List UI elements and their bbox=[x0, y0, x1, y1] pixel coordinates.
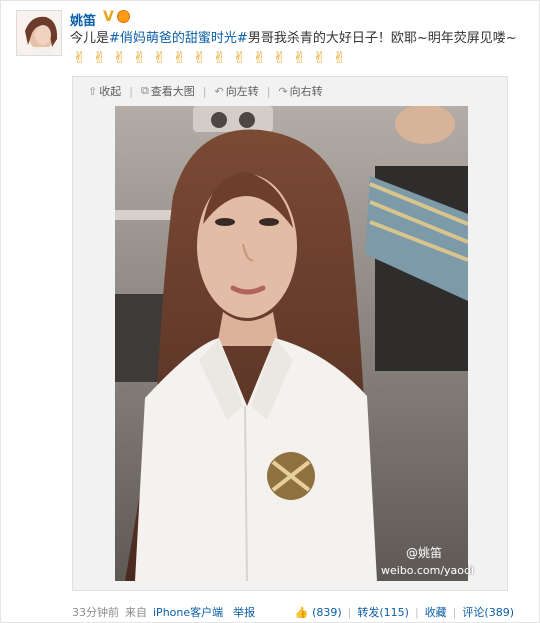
victory-hand-icon: ✌ bbox=[252, 48, 267, 67]
collapse-button[interactable]: ⇧ 收起 bbox=[88, 83, 121, 99]
victory-hand-icon: ✌ bbox=[212, 48, 227, 67]
photo-illustration bbox=[115, 106, 468, 581]
footer-meta: 33分钟前 来自 iPhone客户端 举报 bbox=[72, 604, 255, 620]
footer-actions: 👍 (839) | 转发(115) | 收藏 | 评论(389) bbox=[295, 604, 514, 620]
post-time[interactable]: 33分钟前 bbox=[72, 604, 119, 620]
action-divider: | bbox=[452, 605, 457, 619]
status-text: 今儿是#俏妈萌爸的甜蜜时光#男哥我杀青的大好日子！欧耶~明年荧屏见喽~ bbox=[70, 30, 530, 48]
victory-hand-icon: ✌ bbox=[132, 48, 147, 67]
victory-hand-icon: ✌ bbox=[92, 48, 107, 67]
comment-button[interactable]: 评论(389) bbox=[462, 604, 514, 620]
rotate-left-button[interactable]: ↶ 向左转 bbox=[215, 83, 259, 99]
toolbar-divider: | bbox=[129, 84, 133, 98]
like-count: (839) bbox=[312, 605, 342, 619]
member-badge-icon bbox=[117, 10, 130, 23]
collapse-label: 收起 bbox=[99, 85, 122, 98]
rotate-right-label: 向右转 bbox=[289, 85, 323, 98]
rotate-right-icon: ↷ bbox=[278, 84, 288, 98]
source-prefix: 来自 bbox=[125, 606, 147, 619]
status-text-prefix: 今儿是 bbox=[70, 31, 110, 46]
watermark-handle: @姚笛 bbox=[406, 546, 443, 560]
username[interactable]: 姚笛 bbox=[70, 10, 96, 29]
victory-hand-icon: ✌ bbox=[232, 48, 247, 67]
hashtag-link[interactable]: #俏妈萌爸的甜蜜时光# bbox=[109, 31, 248, 46]
avatar[interactable] bbox=[16, 10, 62, 56]
favorite-button[interactable]: 收藏 bbox=[425, 604, 447, 620]
like-button[interactable]: 👍 (839) bbox=[295, 606, 342, 619]
image-toolbar: ⇧ 收起 | ⧉ 查看大图 | ↶ 向左转 | ↷ 向右转 bbox=[88, 83, 323, 99]
victory-hand-icon: ✌ bbox=[292, 48, 307, 67]
victory-hand-icon: ✌ bbox=[72, 48, 87, 67]
post-photo[interactable] bbox=[115, 106, 468, 581]
rotate-left-label: 向左转 bbox=[225, 85, 259, 98]
watermark-url: weibo.com/yaodi bbox=[381, 564, 475, 577]
repost-button[interactable]: 转发(115) bbox=[357, 604, 409, 620]
source-link[interactable]: iPhone客户端 bbox=[153, 604, 223, 620]
victory-hand-icon: ✌ bbox=[112, 48, 127, 67]
victory-hand-icon: ✌ bbox=[272, 48, 287, 67]
toolbar-divider: | bbox=[202, 84, 207, 98]
victory-hand-icon: ✌ bbox=[312, 48, 327, 67]
emoji-row: ✌ ✌ ✌ ✌ ✌ ✌ ✌ ✌ ✌ ✌ ✌ ✌ ✌ ✌ bbox=[70, 48, 349, 70]
victory-hand-icon: ✌ bbox=[192, 48, 207, 67]
thumbs-up-icon: 👍 bbox=[294, 605, 309, 619]
avatar-image bbox=[17, 11, 61, 55]
victory-hand-icon: ✌ bbox=[172, 48, 187, 67]
action-divider: | bbox=[414, 605, 419, 619]
rotate-left-icon: ↶ bbox=[214, 84, 224, 98]
victory-hand-icon: ✌ bbox=[332, 48, 347, 67]
rotate-right-button[interactable]: ↷ 向右转 bbox=[278, 83, 322, 99]
toolbar-divider: | bbox=[266, 84, 271, 98]
view-large-button[interactable]: ⧉ 查看大图 bbox=[141, 83, 195, 99]
view-large-icon: ⧉ bbox=[140, 84, 149, 97]
action-divider: | bbox=[347, 605, 352, 619]
report-link[interactable]: 举报 bbox=[233, 604, 255, 620]
view-large-label: 查看大图 bbox=[150, 85, 195, 98]
status-text-rest: 男哥我杀青的大好日子！欧耶~明年荧屏见喽~ bbox=[247, 31, 517, 46]
victory-hand-icon: ✌ bbox=[152, 48, 167, 67]
collapse-icon: ⇧ bbox=[88, 84, 98, 98]
verified-icon: V bbox=[103, 9, 114, 25]
